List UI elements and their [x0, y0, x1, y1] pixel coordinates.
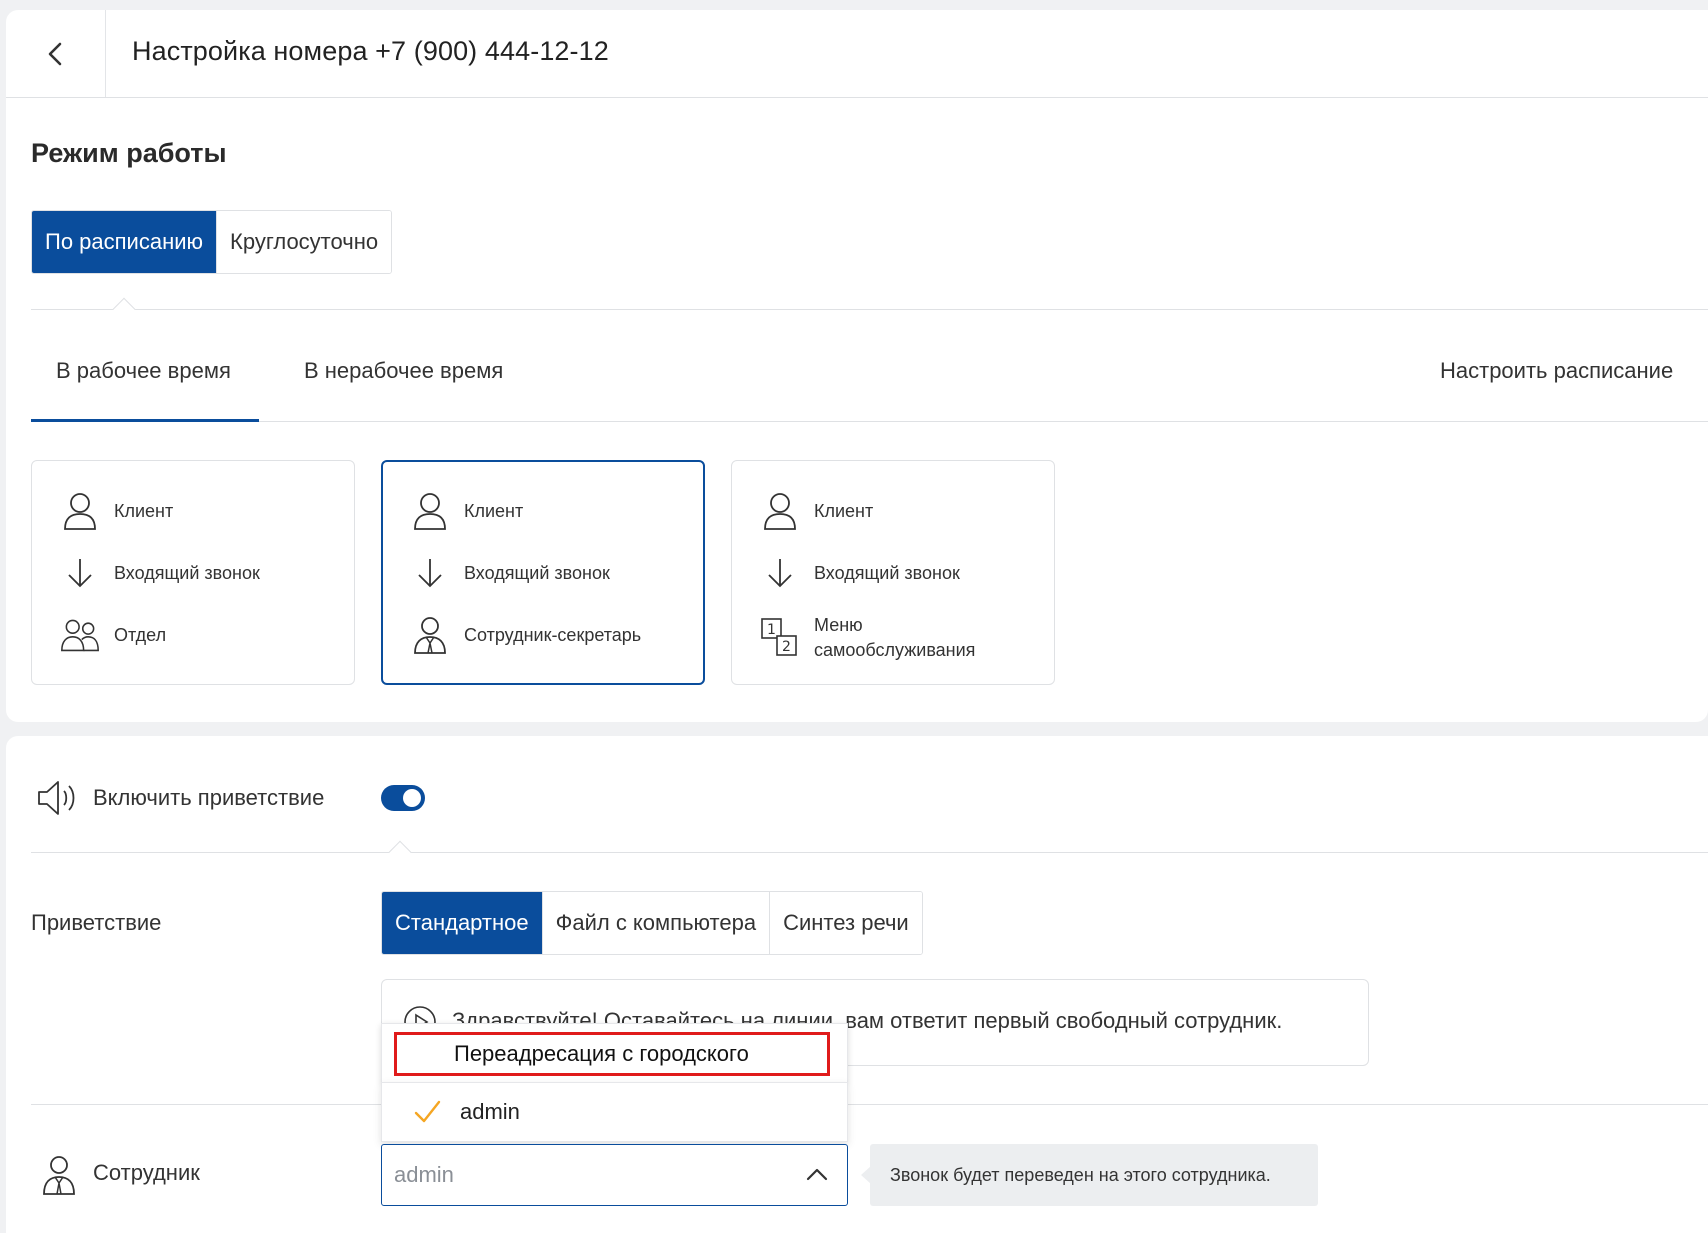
scenario-card-ivr[interactable]: Клиент Входящий звонок 12 Меню самообслу… [731, 460, 1055, 685]
greeting-toggle-label: Включить приветствие [93, 785, 325, 810]
employee-select-value: admin [394, 1162, 454, 1187]
tabs-divider [31, 421, 1708, 422]
greeting-source-tts[interactable]: Синтез речи [770, 892, 922, 954]
scenario-step-label: Входящий звонок [114, 562, 260, 583]
tab-off-time[interactable]: В нерабочее время [304, 358, 503, 384]
scenario-step-label: Отдел [114, 624, 167, 645]
greeting-source-standard[interactable]: Стандартное [382, 892, 543, 954]
page-title: Настройка номера +7 (900) 444-12-12 [132, 36, 609, 66]
greeting-pointer [388, 840, 412, 864]
scenario-step-label: Клиент [814, 500, 874, 521]
person-icon [64, 493, 96, 530]
group-icon [61, 619, 99, 652]
employee-icon [43, 1156, 75, 1195]
scenario-step-label: Клиент [114, 500, 174, 521]
dropdown-group-label: Переадресация с городского [394, 1032, 830, 1076]
arrow-down-icon [68, 559, 92, 588]
svg-text:1: 1 [767, 622, 776, 638]
dropdown-option-admin[interactable]: admin [381, 1082, 848, 1142]
person-icon [764, 493, 796, 530]
employee-icon [414, 617, 446, 654]
scenario-step-label: Меню самообслуживания [814, 615, 976, 660]
scenario-card-department[interactable]: Клиент Входящий звонок Отдел [31, 460, 355, 685]
svg-text:2: 2 [782, 639, 791, 655]
greeting-panel: Включить приветствие Приветствие Стандар… [6, 736, 1708, 1233]
scenario-step-label: Входящий звонок [814, 562, 960, 583]
dropdown-option-label: admin [460, 1099, 520, 1124]
configure-schedule-link[interactable]: Настроить расписание [1440, 358, 1673, 384]
employee-dropdown-group: Переадресация с городского [381, 1023, 848, 1083]
back-button[interactable] [6, 10, 106, 97]
checkmark-icon [414, 1100, 441, 1123]
scenario-step-label: Входящий звонок [464, 562, 610, 583]
greeting-divider [31, 852, 1708, 853]
arrow-down-icon [418, 559, 442, 588]
employee-hint: Звонок будет переведен на этого сотрудни… [870, 1144, 1318, 1206]
greeting-toggle[interactable] [381, 785, 425, 811]
scenario-step-label: Клиент [464, 500, 524, 521]
mode-switch: По расписанию Круглосуточно [31, 210, 393, 274]
arrow-down-icon [768, 559, 792, 588]
chevron-up-icon [806, 1168, 828, 1181]
greeting-label: Приветствие [31, 910, 162, 935]
tab-work-time[interactable]: В рабочее время [56, 358, 231, 384]
section-title-mode: Режим работы [31, 138, 227, 168]
mode-option-schedule[interactable]: По расписанию [32, 211, 218, 273]
scenario-step-label: Сотрудник-секретарь [464, 624, 642, 645]
employee-divider [31, 1104, 1708, 1105]
greeting-source-file[interactable]: Файл с компьютера [542, 892, 771, 954]
mode-pointer [112, 297, 136, 321]
employee-select[interactable]: admin [381, 1144, 848, 1206]
employee-label: Сотрудник [93, 1160, 200, 1185]
mode-option-24h[interactable]: Круглосуточно [217, 211, 392, 273]
ivr-menu-icon: 12 [761, 618, 797, 656]
header-divider [6, 97, 1708, 98]
speaker-icon [38, 781, 75, 815]
mode-divider [31, 309, 1708, 310]
settings-panel: Настройка номера +7 (900) 444-12-12 Режи… [6, 10, 1708, 722]
greeting-source-switch: Стандартное Файл с компьютера Синтез реч… [381, 891, 923, 955]
toggle-knob [403, 789, 421, 807]
person-icon [414, 493, 446, 530]
tab-active-indicator [31, 419, 259, 422]
chevron-left-icon [48, 42, 61, 65]
scenario-card-secretary[interactable]: Клиент Входящий звонок Сотрудник-секрета… [381, 460, 705, 685]
